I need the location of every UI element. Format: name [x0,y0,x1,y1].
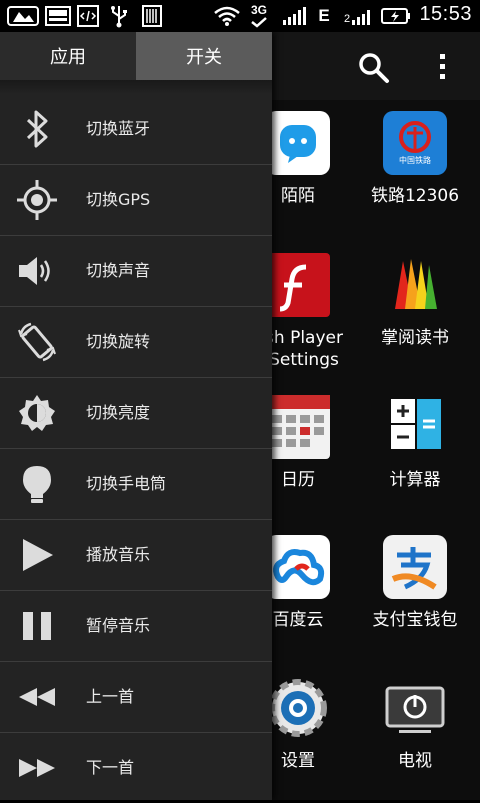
network-e-indicator: E [318,6,330,25]
previous-icon [14,672,60,722]
play-icon [14,530,60,580]
toggle-gps[interactable]: 切换GPS [0,165,272,236]
app-label: 电视 [398,751,432,771]
app-label: 计算器 [389,470,441,490]
toggle-flashlight[interactable]: 切换手电筒 [0,449,272,520]
alipay-icon [383,535,447,599]
search-icon[interactable] [356,50,392,90]
menu-item-label: 暂停音乐 [86,616,151,635]
menu-item-label: 切换GPS [86,190,151,209]
svg-text:2: 2 [344,13,350,25]
wifi-icon [212,4,242,28]
signal-2-icon: 2 [344,4,374,28]
usb-icon [106,4,132,28]
menu-item-label: 下一首 [86,758,135,777]
previous-track[interactable]: 上一首 [0,662,272,733]
calendar-icon [266,395,330,459]
clock: 15:53 [419,3,472,25]
app-calculator[interactable]: 计算器 [357,395,473,495]
toggle-brightness[interactable]: 切换亮度 [0,378,272,449]
brightness-icon [14,388,60,438]
volume-icon [14,246,60,296]
app-label: 掌阅读书 [381,328,449,348]
drawer-tabs: 应用 开关 [0,32,272,80]
play-music[interactable]: 播放音乐 [0,520,272,591]
battery-icon [380,4,412,28]
tab-apps[interactable]: 应用 [0,32,136,80]
toggle-rotation[interactable]: 切换旋转 [0,307,272,378]
toggle-drawer: 应用 开关 切换蓝牙 切换GPS 切换声音 切换旋转 切换亮度 切换手电筒 播放… [0,32,272,800]
tab-toggles[interactable]: 开关 [136,32,272,80]
toggle-sound[interactable]: 切换声音 [0,236,272,307]
app-label: 支付宝钱包 [372,610,458,630]
baidu-cloud-icon [266,535,330,599]
pause-music[interactable]: 暂停音乐 [0,591,272,662]
image-icon [44,4,72,28]
momo-icon [266,111,330,175]
next-icon [14,743,60,793]
overflow-menu-icon[interactable] [438,52,448,86]
menu-item-label: 播放音乐 [86,545,151,564]
gps-icon [14,175,60,225]
menu-item-label: 上一首 [86,687,135,706]
menu-item-label: 切换蓝牙 [86,119,151,138]
railway-icon: 中国铁路 [383,111,447,175]
tab-divider [0,80,272,94]
menu-item-label: 切换旋转 [86,332,151,351]
status-bar: 3G E 2 15:53 [0,0,480,32]
app-tv[interactable]: 电视 [357,676,473,776]
book-icon [383,253,447,317]
app-alipay[interactable]: 支付宝钱包 [357,535,473,635]
calculator-icon [383,395,447,459]
next-track[interactable]: 下一首 [0,733,272,803]
barcode-icon [140,4,164,28]
tv-icon [383,676,447,740]
flash-icon [266,253,330,317]
railway-icon-text: 中国铁路 [399,156,431,165]
menu-item-label: 切换亮度 [86,403,151,422]
signal-icon [280,4,308,28]
settings-icon [266,676,330,740]
app-label: 铁路12306 [370,186,460,206]
toggle-bluetooth[interactable]: 切换蓝牙 [0,94,272,165]
app-railway-12306[interactable]: 中国铁路 铁路12306 [357,111,473,211]
flashlight-icon [14,459,60,509]
rotate-icon [14,317,60,367]
menu-item-label: 切换声音 [86,261,151,280]
network-3g-indicator: 3G [246,4,272,28]
wechat-icon [6,4,40,28]
app-zhangyue[interactable]: 掌阅读书 [357,253,473,353]
code-icon [76,4,100,28]
bluetooth-icon [14,104,60,154]
pause-icon [14,601,60,651]
menu-item-label: 切换手电筒 [86,474,167,493]
